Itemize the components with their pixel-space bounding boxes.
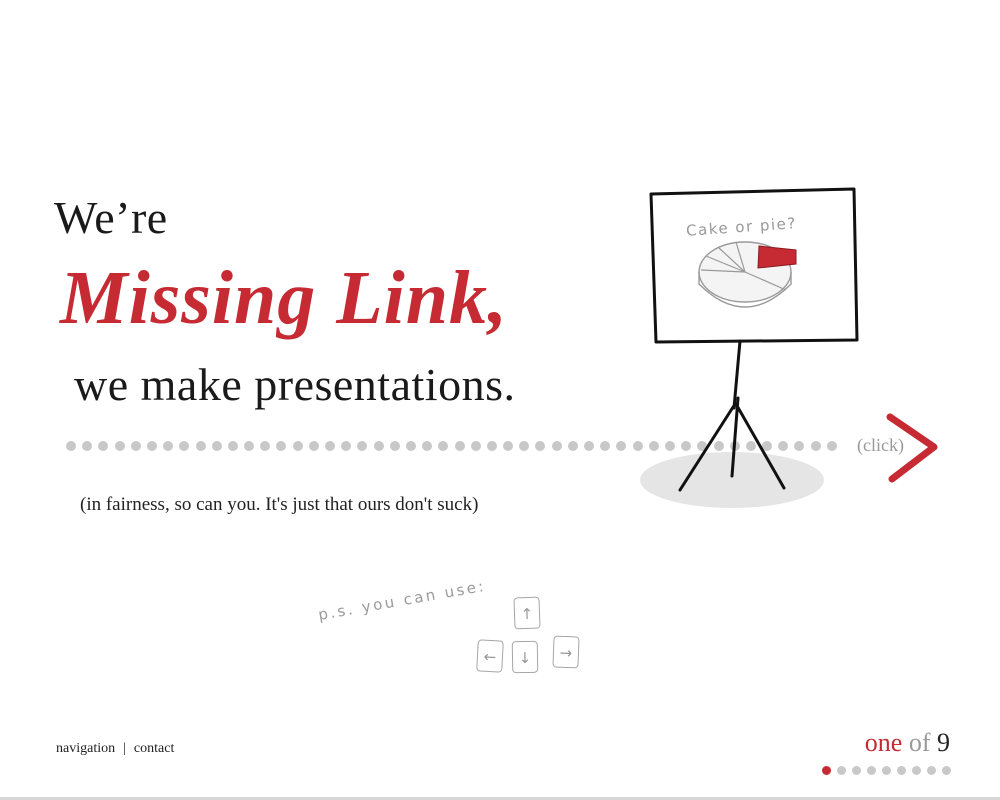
page-counter-total: 9	[937, 728, 950, 757]
page-counter-of: of	[908, 728, 931, 757]
trail-dot	[195, 441, 206, 451]
arrow-left-key-icon[interactable]: ←	[476, 639, 504, 673]
trail-dot	[130, 441, 141, 451]
trail-dot	[438, 441, 449, 451]
trail-dot	[454, 441, 465, 451]
trail-dot	[551, 441, 562, 451]
headline-tagline: we make presentations.	[74, 359, 516, 410]
trail-dot	[535, 441, 546, 451]
trail-dot	[616, 441, 627, 451]
trail-dot	[211, 441, 222, 451]
page-dot[interactable]	[882, 766, 891, 775]
trail-dot	[276, 441, 287, 451]
page-dot[interactable]	[852, 766, 861, 775]
trail-dot	[389, 441, 400, 451]
page-counter: one of 9	[865, 728, 950, 758]
trail-dot	[244, 441, 255, 451]
trail-dot	[503, 441, 514, 451]
page-dot[interactable]	[837, 766, 846, 775]
contact-link[interactable]: contact	[134, 741, 174, 756]
page-counter-current: one	[864, 728, 903, 757]
trail-dot	[486, 441, 497, 451]
page-dot[interactable]	[927, 766, 936, 775]
trail-dot	[325, 441, 335, 451]
trail-dot	[357, 441, 368, 451]
subtitle-note: (in fairness, so can you. It's just that…	[80, 494, 479, 515]
page-dot[interactable]	[822, 766, 831, 775]
trail-dot	[567, 441, 578, 451]
page-dots	[822, 766, 951, 775]
page-dot[interactable]	[942, 766, 951, 775]
arrow-up-key-icon[interactable]: ↑	[513, 596, 541, 630]
trail-dot	[405, 441, 416, 451]
trail-dot	[227, 441, 238, 451]
trail-dot	[260, 441, 271, 451]
trail-dot	[292, 441, 303, 451]
trail-dot	[341, 441, 352, 451]
page-dot[interactable]	[867, 766, 876, 775]
arrow-down-key-icon[interactable]: ↓	[511, 640, 539, 674]
navigation-link[interactable]: navigation	[56, 741, 115, 756]
footer-separator: |	[123, 741, 126, 756]
trail-dot	[82, 441, 93, 451]
trail-dot	[114, 441, 125, 451]
brand-name: Missing Link,	[60, 256, 509, 340]
next-slide-arrow-icon[interactable]	[886, 411, 942, 483]
trail-dot	[373, 441, 384, 451]
keyboard-hint-note: p.s. you can use:	[316, 576, 488, 624]
trail-dot	[422, 441, 433, 451]
trail-dot	[470, 441, 481, 451]
trail-dot	[179, 441, 190, 451]
trail-dot	[163, 441, 174, 451]
footer-nav: navigation | contact	[56, 741, 174, 757]
trail-dot	[66, 441, 76, 451]
trail-dot	[98, 441, 109, 451]
trail-dot	[146, 441, 157, 451]
trail-dot	[600, 441, 611, 451]
trail-dot	[308, 441, 319, 451]
page-dot[interactable]	[912, 766, 921, 775]
trail-dot	[519, 441, 530, 451]
arrow-right-key-icon[interactable]: →	[552, 635, 580, 669]
headline-intro: We’re	[54, 192, 168, 243]
trail-dot	[584, 441, 594, 451]
page-dot[interactable]	[897, 766, 906, 775]
